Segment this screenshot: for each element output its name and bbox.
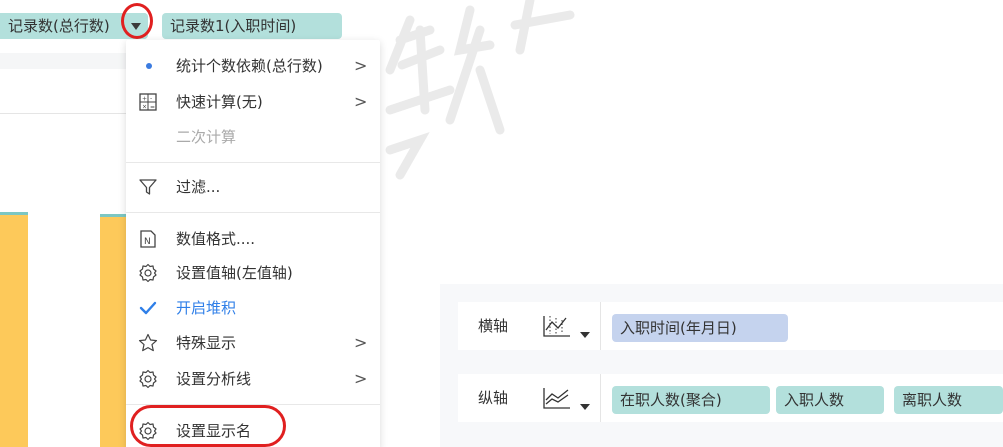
menu-item-value-axis[interactable]: 设置值轴(左值轴)	[126, 256, 380, 290]
records1-field-label: 记录数1(入职时间)	[170, 17, 297, 35]
gear-icon	[139, 263, 157, 283]
svg-text:N: N	[144, 237, 151, 247]
highlight-circle	[130, 405, 286, 447]
check-icon	[139, 301, 157, 315]
chart-gridline	[0, 113, 126, 114]
bullet-dot-icon	[146, 63, 152, 69]
chevron-down-icon[interactable]	[580, 332, 590, 338]
menu-item-number-format[interactable]: N 数值格式....	[126, 222, 380, 256]
highlight-circle	[121, 3, 153, 39]
chevron-right-icon: >	[354, 369, 368, 388]
menu-item-count-dependency[interactable]: 统计个数依赖(总行数) >	[126, 49, 380, 83]
axis-divider	[600, 374, 601, 422]
menu-item-label: 过滤...	[176, 178, 221, 196]
calculator-icon: + - × =	[139, 93, 157, 111]
x-axis-field-pill[interactable]: 入职时间(年月日)	[612, 314, 788, 342]
x-axis-label: 横轴	[478, 317, 509, 335]
menu-item-label: 二次计算	[176, 128, 237, 146]
menu-item-label: 设置值轴(左值轴)	[176, 264, 293, 282]
number-format-icon: N	[140, 230, 156, 248]
filter-icon	[139, 179, 157, 195]
menu-divider	[126, 212, 380, 213]
menu-item-label: 设置分析线	[176, 370, 252, 388]
menu-item-label: 数值格式....	[176, 230, 256, 248]
chart-bar	[0, 215, 28, 447]
y-axis-field-pill[interactable]: 离职人数	[894, 386, 1003, 414]
menu-item-label: 统计个数依赖(总行数)	[176, 57, 323, 75]
chevron-right-icon: >	[354, 56, 368, 75]
y-axis-label: 纵轴	[478, 389, 509, 407]
y-axis-row: 纵轴 在职人数(聚合) 入职人数 离职人数	[458, 374, 1003, 422]
y-axis-field-pill[interactable]: 在职人数(聚合)	[612, 386, 770, 414]
menu-item-analysis-line[interactable]: 设置分析线 >	[126, 362, 380, 396]
records1-field-pill[interactable]: 记录数1(入职时间)	[162, 13, 342, 39]
menu-item-label: 特殊显示	[176, 334, 237, 352]
menu-item-label: 开启堆积	[176, 299, 237, 317]
star-icon	[138, 333, 158, 352]
chart-type-icon[interactable]	[542, 386, 572, 410]
field-context-menu: 统计个数依赖(总行数) > + - × = 快速计算(无) > 二次计算 过滤.…	[126, 40, 380, 447]
chevron-down-icon[interactable]	[580, 404, 590, 410]
chevron-right-icon: >	[354, 333, 368, 352]
x-axis-row: 横轴 入职时间(年月日)	[458, 302, 1003, 350]
menu-divider	[126, 162, 380, 163]
menu-item-label: 快速计算(无)	[176, 93, 263, 111]
chart-type-icon[interactable]	[542, 314, 572, 338]
chevron-right-icon: >	[354, 92, 368, 111]
menu-item-special-display[interactable]: 特殊显示 >	[126, 326, 380, 360]
menu-item-secondary-calc[interactable]: 二次计算	[126, 120, 380, 154]
records-field-label: 记录数(总行数)	[8, 17, 110, 35]
y-axis-field-pill[interactable]: 入职人数	[776, 386, 884, 414]
gear-icon	[139, 369, 157, 389]
svg-text:×: ×	[142, 104, 147, 111]
chart-bar	[100, 217, 128, 447]
menu-item-filter[interactable]: 过滤...	[126, 170, 380, 204]
svg-text:=: =	[150, 104, 155, 111]
axis-divider	[600, 302, 601, 350]
svg-text:+: +	[142, 96, 147, 103]
svg-text:-: -	[150, 96, 152, 103]
menu-item-quick-calc[interactable]: + - × = 快速计算(无) >	[126, 85, 380, 119]
menu-item-enable-stack[interactable]: 开启堆积	[126, 291, 380, 325]
